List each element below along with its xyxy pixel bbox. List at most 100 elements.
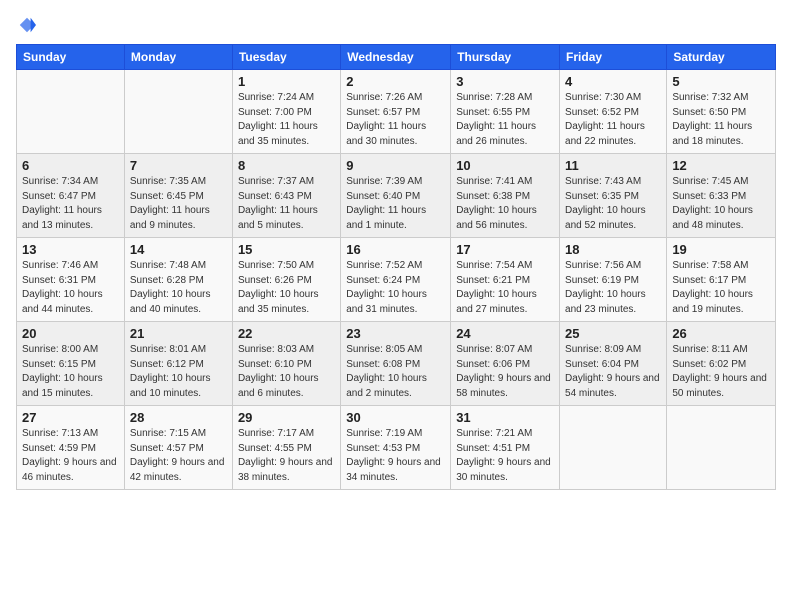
day-info: Sunrise: 7:24 AMSunset: 7:00 PMDaylight:… [238, 91, 335, 149]
day-info: Sunrise: 7:28 AMSunset: 6:55 PMDaylight:… [456, 91, 554, 149]
calendar-cell: 12Sunrise: 7:45 AMSunset: 6:33 PMDayligh… [667, 154, 776, 238]
logo-icon [18, 16, 36, 34]
day-info: Sunrise: 8:07 AMSunset: 6:06 PMDaylight:… [456, 343, 554, 401]
calendar-cell: 31Sunrise: 7:21 AMSunset: 4:51 PMDayligh… [451, 406, 560, 490]
day-number: 7 [130, 158, 227, 173]
calendar-cell [667, 406, 776, 490]
day-info: Sunrise: 8:05 AMSunset: 6:08 PMDaylight:… [346, 343, 445, 401]
day-info: Sunrise: 7:50 AMSunset: 6:26 PMDaylight:… [238, 259, 335, 317]
calendar-cell: 2 Sunrise: 7:26 AMSunset: 6:57 PMDaylight… [341, 70, 451, 154]
weekday-header-row: SundayMondayTuesdayWednesdayThursdayFrid… [17, 45, 776, 70]
week-row-4: 20Sunrise: 8:00 AMSunset: 6:15 PMDayligh… [17, 322, 776, 406]
day-number: 14 [130, 242, 227, 257]
calendar-cell: 4 Sunrise: 7:30 AMSunset: 6:52 PMDaylight… [560, 70, 667, 154]
day-number: 21 [130, 326, 227, 341]
day-info: Sunrise: 8:01 AMSunset: 6:12 PMDaylight:… [130, 343, 227, 401]
calendar: SundayMondayTuesdayWednesdayThursdayFrid… [16, 44, 776, 490]
day-info: Sunrise: 7:26 AMSunset: 6:57 PMDaylight:… [346, 91, 445, 149]
day-info: Sunrise: 7:32 AMSunset: 6:50 PMDaylight:… [672, 91, 770, 149]
calendar-cell: 18 Sunrise: 7:56 AMSunset: 6:19 PMDayligh… [560, 238, 667, 322]
weekday-sunday: Sunday [17, 45, 125, 70]
day-number: 8 [238, 158, 335, 173]
calendar-cell: 5 Sunrise: 7:32 AMSunset: 6:50 PMDaylight… [667, 70, 776, 154]
weekday-friday: Friday [560, 45, 667, 70]
calendar-cell: 28 Sunrise: 7:15 AMSunset: 4:57 PMDayligh… [124, 406, 232, 490]
day-number: 30 [346, 410, 445, 425]
day-info: Sunrise: 7:52 AMSunset: 6:24 PMDaylight:… [346, 259, 445, 317]
calendar-cell: 9 Sunrise: 7:39 AMSunset: 6:40 PMDaylight… [341, 154, 451, 238]
day-number: 4 [565, 74, 661, 89]
weekday-tuesday: Tuesday [232, 45, 340, 70]
day-number: 24 [456, 326, 554, 341]
calendar-cell: 1 Sunrise: 7:24 AMSunset: 7:00 PMDaylight… [232, 70, 340, 154]
day-number: 3 [456, 74, 554, 89]
day-info: Sunrise: 7:41 AMSunset: 6:38 PMDaylight:… [456, 175, 554, 233]
day-info: Sunrise: 8:11 AMSunset: 6:02 PMDaylight:… [672, 343, 770, 401]
day-info: Sunrise: 7:56 AMSunset: 6:19 PMDaylight:… [565, 259, 661, 317]
day-number: 20 [22, 326, 119, 341]
day-number: 31 [456, 410, 554, 425]
calendar-cell: 19 Sunrise: 7:58 AMSunset: 6:17 PMDayligh… [667, 238, 776, 322]
calendar-cell: 7 Sunrise: 7:35 AMSunset: 6:45 PMDaylight… [124, 154, 232, 238]
calendar-cell: 16 Sunrise: 7:52 AMSunset: 6:24 PMDayligh… [341, 238, 451, 322]
calendar-cell: 20Sunrise: 8:00 AMSunset: 6:15 PMDayligh… [17, 322, 125, 406]
calendar-cell: 11 Sunrise: 7:43 AMSunset: 6:35 PMDayligh… [560, 154, 667, 238]
day-info: Sunrise: 7:48 AMSunset: 6:28 PMDaylight:… [130, 259, 227, 317]
calendar-cell: 29 Sunrise: 7:17 AMSunset: 4:55 PMDayligh… [232, 406, 340, 490]
weekday-wednesday: Wednesday [341, 45, 451, 70]
calendar-cell [124, 70, 232, 154]
day-info: Sunrise: 7:13 AMSunset: 4:59 PMDaylight:… [22, 427, 119, 485]
day-number: 2 [346, 74, 445, 89]
calendar-cell: 30 Sunrise: 7:19 AMSunset: 4:53 PMDayligh… [341, 406, 451, 490]
day-number: 6 [22, 158, 119, 173]
day-info: Sunrise: 7:30 AMSunset: 6:52 PMDaylight:… [565, 91, 661, 149]
day-number: 29 [238, 410, 335, 425]
day-info: Sunrise: 7:46 AMSunset: 6:31 PMDaylight:… [22, 259, 119, 317]
day-number: 5 [672, 74, 770, 89]
day-number: 27 [22, 410, 119, 425]
day-number: 19 [672, 242, 770, 257]
day-info: Sunrise: 7:54 AMSunset: 6:21 PMDaylight:… [456, 259, 554, 317]
day-info: Sunrise: 7:15 AMSunset: 4:57 PMDaylight:… [130, 427, 227, 485]
day-number: 12 [672, 158, 770, 173]
calendar-cell: 25Sunrise: 8:09 AMSunset: 6:04 PMDayligh… [560, 322, 667, 406]
header [16, 16, 776, 32]
day-info: Sunrise: 8:09 AMSunset: 6:04 PMDaylight:… [565, 343, 661, 401]
day-number: 16 [346, 242, 445, 257]
week-row-5: 27 Sunrise: 7:13 AMSunset: 4:59 PMDayligh… [17, 406, 776, 490]
calendar-cell: 15Sunrise: 7:50 AMSunset: 6:26 PMDayligh… [232, 238, 340, 322]
day-info: Sunrise: 7:58 AMSunset: 6:17 PMDaylight:… [672, 259, 770, 317]
weekday-monday: Monday [124, 45, 232, 70]
day-number: 11 [565, 158, 661, 173]
day-info: Sunrise: 7:17 AMSunset: 4:55 PMDaylight:… [238, 427, 335, 485]
day-number: 18 [565, 242, 661, 257]
calendar-cell: 17Sunrise: 7:54 AMSunset: 6:21 PMDayligh… [451, 238, 560, 322]
day-info: Sunrise: 8:03 AMSunset: 6:10 PMDaylight:… [238, 343, 335, 401]
day-number: 10 [456, 158, 554, 173]
calendar-cell: 26Sunrise: 8:11 AMSunset: 6:02 PMDayligh… [667, 322, 776, 406]
page: SundayMondayTuesdayWednesdayThursdayFrid… [0, 0, 792, 612]
day-number: 28 [130, 410, 227, 425]
day-number: 23 [346, 326, 445, 341]
calendar-cell [17, 70, 125, 154]
day-info: Sunrise: 7:37 AMSunset: 6:43 PMDaylight:… [238, 175, 335, 233]
day-number: 13 [22, 242, 119, 257]
calendar-cell: 23 Sunrise: 8:05 AMSunset: 6:08 PMDayligh… [341, 322, 451, 406]
day-info: Sunrise: 7:39 AMSunset: 6:40 PMDaylight:… [346, 175, 445, 233]
week-row-3: 13 Sunrise: 7:46 AMSunset: 6:31 PMDayligh… [17, 238, 776, 322]
day-info: Sunrise: 7:34 AMSunset: 6:47 PMDaylight:… [22, 175, 119, 233]
calendar-cell: 10 Sunrise: 7:41 AMSunset: 6:38 PMDayligh… [451, 154, 560, 238]
weekday-thursday: Thursday [451, 45, 560, 70]
day-info: Sunrise: 7:19 AMSunset: 4:53 PMDaylight:… [346, 427, 445, 485]
day-number: 9 [346, 158, 445, 173]
day-info: Sunrise: 7:43 AMSunset: 6:35 PMDaylight:… [565, 175, 661, 233]
day-info: Sunrise: 7:35 AMSunset: 6:45 PMDaylight:… [130, 175, 227, 233]
calendar-cell: 24 Sunrise: 8:07 AMSunset: 6:06 PMDayligh… [451, 322, 560, 406]
calendar-cell: 3 Sunrise: 7:28 AMSunset: 6:55 PMDaylight… [451, 70, 560, 154]
calendar-cell: 27 Sunrise: 7:13 AMSunset: 4:59 PMDayligh… [17, 406, 125, 490]
calendar-cell: 22 Sunrise: 8:03 AMSunset: 6:10 PMDayligh… [232, 322, 340, 406]
calendar-cell: 21 Sunrise: 8:01 AMSunset: 6:12 PMDayligh… [124, 322, 232, 406]
day-number: 1 [238, 74, 335, 89]
day-number: 22 [238, 326, 335, 341]
calendar-cell: 13 Sunrise: 7:46 AMSunset: 6:31 PMDayligh… [17, 238, 125, 322]
